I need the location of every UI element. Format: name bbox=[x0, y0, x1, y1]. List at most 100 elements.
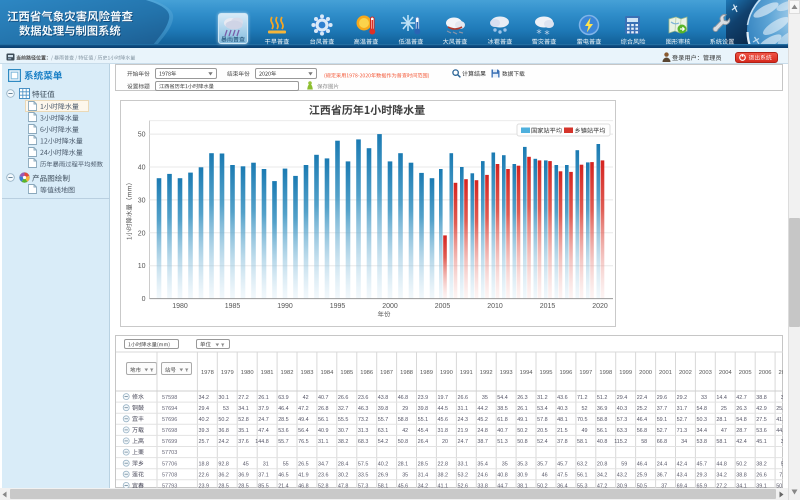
svg-text:31.1: 31.1 bbox=[458, 406, 469, 412]
svg-text:20: 20 bbox=[442, 439, 448, 445]
svg-text:53.8: 53.8 bbox=[697, 439, 708, 445]
svg-text:53: 53 bbox=[223, 406, 229, 412]
svg-text:71.3: 71.3 bbox=[677, 428, 688, 434]
svg-text:42: 42 bbox=[402, 428, 408, 434]
svg-text:28.4: 28.4 bbox=[338, 461, 349, 467]
svg-text:43.2: 43.2 bbox=[617, 472, 628, 478]
svg-text:38.2: 38.2 bbox=[756, 461, 767, 467]
svg-text:56.1: 56.1 bbox=[577, 472, 588, 478]
svg-text:26.4: 26.4 bbox=[418, 439, 429, 445]
svg-text:46.4: 46.4 bbox=[637, 461, 648, 467]
svg-text:57706: 57706 bbox=[162, 461, 177, 467]
svg-text:41.2: 41.2 bbox=[776, 417, 787, 423]
svg-text:52.8: 52.8 bbox=[238, 417, 249, 423]
svg-text:46.3: 46.3 bbox=[358, 406, 369, 412]
svg-text:29.4: 29.4 bbox=[617, 395, 628, 401]
svg-text:48.1: 48.1 bbox=[557, 417, 568, 423]
svg-text:36.7: 36.7 bbox=[657, 472, 668, 478]
svg-text:22.8: 22.8 bbox=[438, 461, 449, 467]
svg-text:18.8: 18.8 bbox=[199, 461, 210, 467]
svg-text:54.8: 54.8 bbox=[736, 417, 747, 423]
svg-text:23.6: 23.6 bbox=[358, 395, 369, 401]
svg-text:1993: 1993 bbox=[500, 370, 513, 376]
svg-text:24.2: 24.2 bbox=[218, 439, 229, 445]
svg-text:28.5: 28.5 bbox=[278, 417, 289, 423]
svg-text:50.8: 50.8 bbox=[517, 439, 528, 445]
svg-text:1989: 1989 bbox=[420, 370, 433, 376]
svg-text:57.8: 57.8 bbox=[537, 417, 548, 423]
svg-text:38.5: 38.5 bbox=[497, 406, 508, 412]
svg-text:29.3: 29.3 bbox=[697, 472, 708, 478]
svg-text:31.8: 31.8 bbox=[438, 428, 449, 434]
svg-text:30.7: 30.7 bbox=[338, 428, 349, 434]
svg-text:1978: 1978 bbox=[201, 370, 214, 376]
svg-text:57708: 57708 bbox=[162, 472, 177, 478]
svg-text:44.1: 44.1 bbox=[776, 428, 787, 434]
svg-text:29.2: 29.2 bbox=[677, 395, 688, 401]
svg-text:21.9: 21.9 bbox=[458, 428, 469, 434]
svg-text:59: 59 bbox=[621, 461, 627, 467]
svg-text:1992: 1992 bbox=[480, 370, 493, 376]
svg-text:49.1: 49.1 bbox=[517, 417, 528, 423]
svg-text:59.1: 59.1 bbox=[657, 417, 668, 423]
svg-text:2005: 2005 bbox=[739, 370, 752, 376]
svg-text:42: 42 bbox=[303, 395, 309, 401]
svg-text:57698: 57698 bbox=[162, 428, 177, 434]
svg-text:55: 55 bbox=[283, 461, 289, 467]
svg-text:33.5: 33.5 bbox=[358, 472, 369, 478]
svg-text:34.4: 34.4 bbox=[697, 428, 708, 434]
svg-text:56.8: 56.8 bbox=[637, 428, 648, 434]
svg-text:29.6: 29.6 bbox=[657, 395, 668, 401]
svg-text:50.8: 50.8 bbox=[398, 439, 409, 445]
svg-text:27.2: 27.2 bbox=[238, 395, 249, 401]
svg-text:40.7: 40.7 bbox=[497, 428, 508, 434]
svg-text:34.7: 34.7 bbox=[318, 461, 329, 467]
svg-text:31: 31 bbox=[781, 395, 787, 401]
svg-text:56.1: 56.1 bbox=[597, 428, 608, 434]
svg-text:39.8: 39.8 bbox=[418, 406, 429, 412]
svg-text:30.1: 30.1 bbox=[218, 395, 229, 401]
svg-text:24.3: 24.3 bbox=[458, 417, 469, 423]
svg-text:24.4: 24.4 bbox=[657, 461, 668, 467]
svg-text:42.7: 42.7 bbox=[736, 395, 747, 401]
svg-text:50.2: 50.2 bbox=[218, 417, 229, 423]
svg-text:1997: 1997 bbox=[579, 370, 592, 376]
svg-text:57699: 57699 bbox=[162, 439, 177, 445]
svg-text:45.6: 45.6 bbox=[438, 417, 449, 423]
svg-text:33.1: 33.1 bbox=[458, 461, 469, 467]
svg-text:39.8: 39.8 bbox=[378, 406, 389, 412]
svg-text:1998: 1998 bbox=[599, 370, 612, 376]
svg-text:57703: 57703 bbox=[162, 450, 177, 456]
svg-text:53.4: 53.4 bbox=[537, 406, 548, 412]
svg-text:46.4: 46.4 bbox=[637, 417, 648, 423]
svg-text:25.9: 25.9 bbox=[637, 472, 648, 478]
svg-text:51: 51 bbox=[781, 461, 787, 467]
svg-text:30.2: 30.2 bbox=[338, 472, 349, 478]
svg-text:63.1: 63.1 bbox=[378, 428, 389, 434]
svg-text:52.7: 52.7 bbox=[657, 428, 668, 434]
svg-text:26.6: 26.6 bbox=[458, 395, 469, 401]
svg-text:34.2: 34.2 bbox=[597, 472, 608, 478]
svg-text:55.7: 55.7 bbox=[278, 439, 289, 445]
svg-text:33: 33 bbox=[701, 395, 707, 401]
svg-text:31.4: 31.4 bbox=[418, 472, 429, 478]
svg-text:53.6: 53.6 bbox=[756, 428, 767, 434]
svg-text:31: 31 bbox=[263, 461, 269, 467]
svg-text:50.3: 50.3 bbox=[697, 417, 708, 423]
svg-text:23.9: 23.9 bbox=[418, 395, 429, 401]
svg-text:47.4: 47.4 bbox=[258, 428, 269, 434]
svg-text:57694: 57694 bbox=[162, 406, 177, 412]
svg-text:46.5: 46.5 bbox=[278, 472, 289, 478]
svg-text:51.3: 51.3 bbox=[497, 439, 508, 445]
svg-text:26.3: 26.3 bbox=[736, 406, 747, 412]
svg-text:40.3: 40.3 bbox=[557, 406, 568, 412]
svg-text:42.4: 42.4 bbox=[677, 461, 688, 467]
svg-text:31.7: 31.7 bbox=[677, 406, 688, 412]
svg-text:1982: 1982 bbox=[281, 370, 294, 376]
svg-text:31.3: 31.3 bbox=[358, 428, 369, 434]
svg-text:2000: 2000 bbox=[639, 370, 652, 376]
svg-text:33: 33 bbox=[781, 439, 787, 445]
svg-text:28.7: 28.7 bbox=[736, 428, 747, 434]
svg-text:1980: 1980 bbox=[241, 370, 254, 376]
svg-text:1983: 1983 bbox=[301, 370, 314, 376]
